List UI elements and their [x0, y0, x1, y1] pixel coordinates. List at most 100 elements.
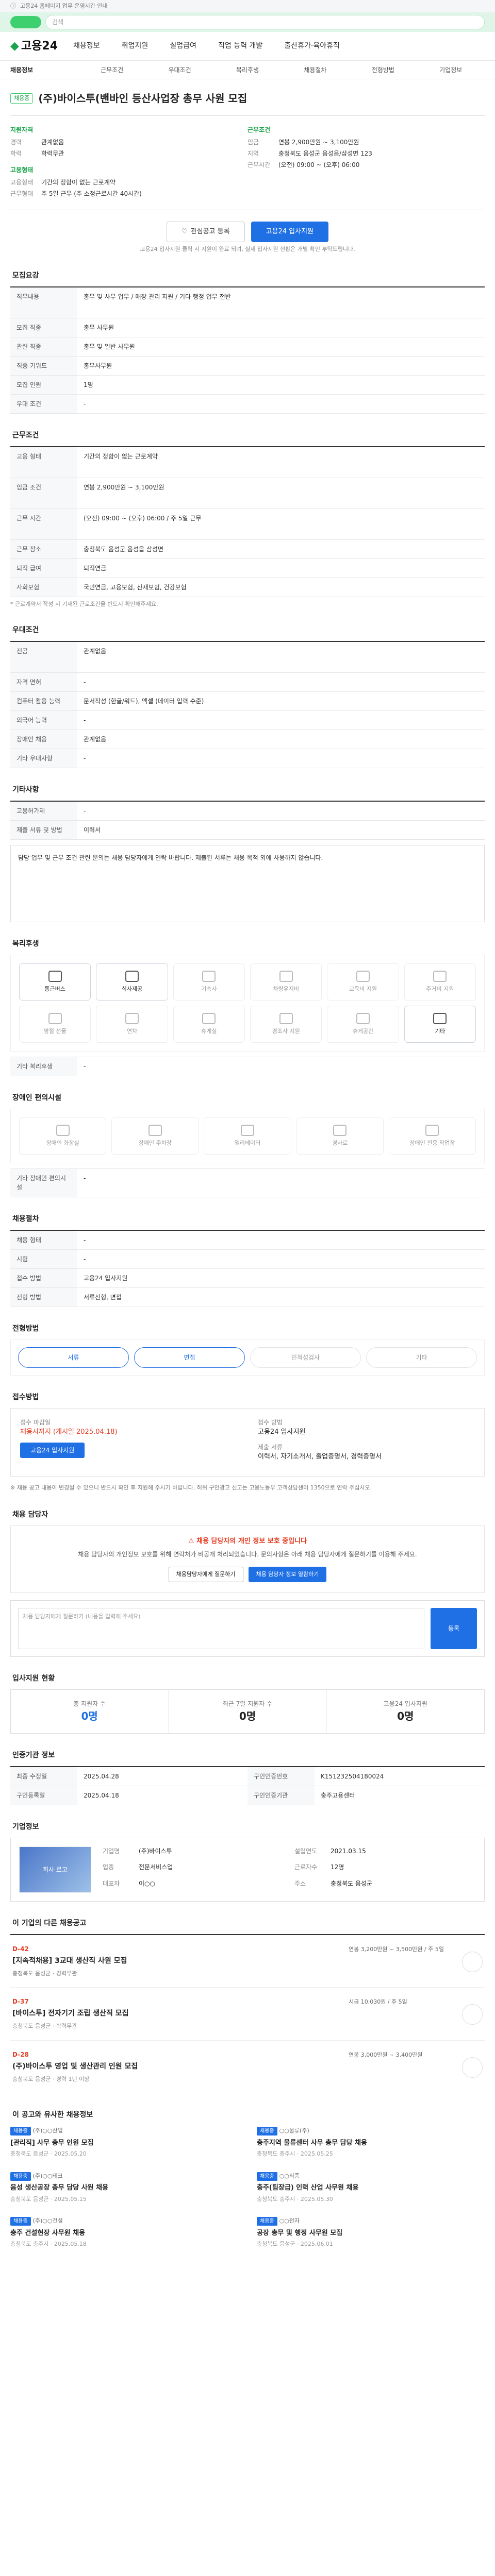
row-key: 전공	[10, 642, 77, 672]
job-list-item[interactable]: D-28 (주)바이스투 영업 및 생산관리 인원 모집 충청북도 음성군 · …	[10, 2041, 485, 2094]
warning-icon: ⚠	[188, 1537, 197, 1545]
search-category-button[interactable]	[10, 16, 41, 28]
job-name[interactable]: [지속적채용] 3교대 생산직 사원 모집	[12, 1956, 338, 1967]
conditions-note: * 근로계약서 작성 시 기재된 근로조건을 반드시 확인해주세요.	[10, 600, 158, 607]
recommend-title[interactable]: 공장 총무 및 행정 사무원 모집	[257, 2228, 485, 2239]
bookmark-icon[interactable]	[462, 2057, 483, 2078]
job-meta: 충청북도 음성군 · 학력무관	[12, 2023, 77, 2030]
welfare-label: 주거비 지원	[426, 985, 454, 992]
tab-item[interactable]: 전형방법	[349, 65, 417, 75]
info-icon: ⓘ	[10, 2, 16, 9]
recommend-title[interactable]: 충주 건설현장 사무원 채용	[10, 2228, 238, 2239]
recommend-item[interactable]: 채용중 ○○물류(주) 충주지역 물류센터 사무 총무 담당 채용 충청북도 충주시 …	[257, 2126, 485, 2159]
bookmark-icon[interactable]	[462, 2004, 483, 2025]
row-key: 우대 조건	[10, 394, 77, 413]
recommend-meta: 충청북도 음성군 · 2025.05.15	[10, 2195, 87, 2202]
apply-button[interactable]: 고용24 입사지원	[251, 222, 328, 242]
company-value: 2021.03.15	[331, 1847, 366, 1855]
company-logo: 회사 로고	[19, 1846, 91, 1893]
question-input[interactable]: 채용 담당자에게 질문하기 (내용을 입력해 주세요)	[18, 1607, 424, 1649]
job-name[interactable]: [바이스투] 전자기기 조립 생산직 모집	[12, 2008, 338, 2019]
company-key: 대표자	[103, 1879, 120, 1887]
row-key: 컴퓨터 활용 능력	[10, 692, 77, 710]
section-title: 채용절차	[12, 1215, 39, 1223]
row-value: 서류전형, 면접	[84, 1294, 122, 1301]
row-value: 퇴직연금	[84, 564, 107, 572]
gift-icon	[48, 1012, 62, 1024]
status-badge: 채용중	[10, 93, 34, 104]
apply-label: 제출 서류	[258, 1443, 283, 1451]
apply-notice: ※ 채용 공고 내용이 변경될 수 있으니 반드시 확인 후 지원해 주시기 바…	[10, 1484, 372, 1491]
row-key: 기타 우대사항	[10, 749, 77, 768]
recommend-title[interactable]: 충주(팀장급) 인력 산업 사무원 채용	[257, 2183, 485, 2193]
stat-label: 고용24 입사지원	[383, 1700, 427, 1707]
process-section: 채용절차 채용 형태 - 시험 - 접수 방법 고용24 입사지원 전형 방법 서류전형…	[10, 1214, 485, 1307]
welfare-label: 통근버스	[44, 985, 65, 992]
bookmark-icon[interactable]	[462, 1951, 483, 1972]
site-logo[interactable]: ◆ 고용24	[10, 38, 58, 55]
ask-contact-button[interactable]: 채용담당자에게 질문하기	[168, 1566, 243, 1582]
row-value: 충주고용센터	[321, 1791, 355, 1799]
section-title: 모집요강	[12, 271, 39, 280]
recommend-meta: 충청북도 음성군 · 2025.05.20	[10, 2150, 87, 2158]
section-title: 기업정보	[12, 1822, 39, 1831]
recruit-section: 모집요강 직무내용 총무 및 사무 업무 / 매장 관리 지원 / 기타 행정 업…	[10, 270, 485, 414]
tab-item[interactable]: 우대조건	[146, 65, 213, 75]
row-key: 고용 형태	[10, 447, 77, 478]
recommend-item[interactable]: 채용중 (주)○○테크 음성 생산공장 총무 담당 사원 채용 충청북도 음성군 · …	[10, 2171, 238, 2204]
row-value: -	[84, 400, 86, 408]
question-submit-button[interactable]: 등록	[431, 1607, 477, 1649]
company-name: (주)○○건설	[32, 2217, 63, 2225]
recommend-title[interactable]: 충주지역 물류센터 사무 총무 담당 채용	[257, 2138, 485, 2148]
welfare-item: 주거비 지원	[404, 963, 476, 1001]
etc-detail-text: 담당 업무 및 근무 조건 관련 문의는 채용 담당자에게 연락 바랍니다. 제…	[10, 845, 485, 922]
welfare-item: 식사제공	[96, 963, 168, 1001]
nav-item[interactable]: 취업지원	[122, 42, 148, 50]
welfare-item: 명절 선물	[19, 1006, 91, 1043]
section-title: 입사지원 현황	[12, 1674, 55, 1683]
status-badge: 채용중	[257, 2127, 277, 2136]
tab-item[interactable]: 기업정보	[417, 65, 485, 75]
disabled-facilities-section: 장애인 편의시설 장애인 화장실 장애인 주차장 엘리베이터 경사로 장애인 전용 작업…	[10, 1093, 485, 1197]
apply-method: 고용24 입사지원	[258, 1428, 306, 1436]
job-list-item[interactable]: D-42 [지속적채용] 3교대 생산직 사원 모집 충청북도 음성군 · 경력…	[10, 1935, 485, 1988]
tab-item[interactable]: 채용절차	[282, 65, 349, 75]
nav-item[interactable]: 직업 능력 개발	[218, 42, 262, 50]
recommend-section: 이 공고와 유사한 채용정보 채용중 (주)○○산업 [관리직] 사무 총무 인원 …	[10, 2110, 485, 2249]
apply-button-small[interactable]: 고용24 입사지원	[20, 1442, 85, 1458]
nav-item[interactable]: 채용정보	[73, 42, 100, 50]
tab-item[interactable]: 채용정보	[10, 65, 78, 75]
search-input[interactable]: 검색	[45, 15, 485, 29]
row-value: -	[84, 755, 86, 762]
recommend-meta: 충청북도 충주시 · 2025.05.18	[10, 2241, 87, 2248]
view-contact-button[interactable]: 채용 담당자 정보 열람하기	[248, 1566, 327, 1582]
row-value: 2025.04.28	[84, 1772, 119, 1780]
house-icon	[202, 970, 216, 982]
row-value: -	[84, 1175, 86, 1182]
recommend-item[interactable]: 채용중 (주)○○산업 [관리직] 사무 총무 인원 모집 충청북도 음성군 · 20…	[10, 2126, 238, 2159]
recommend-title[interactable]: [관리직] 사무 총무 인원 모집	[10, 2138, 238, 2148]
welfare-label: 차량유지비	[273, 985, 299, 992]
stat-label: 총 지원자 수	[73, 1700, 106, 1707]
job-name[interactable]: (주)바이스투 영업 및 생산관리 인원 모집	[12, 2061, 338, 2072]
apply-section: 접수방법 접수 마감일 채용시까지 (게시일 2025.04.18) 고용24 …	[10, 1392, 485, 1493]
tab-item[interactable]: 복리후생	[213, 65, 281, 75]
tab-item[interactable]: 근무조건	[78, 65, 145, 75]
company-key: 주소	[294, 1879, 306, 1887]
job-list-item[interactable]: D-37 [바이스투] 전자기기 조립 생산직 모집 충청북도 음성군 · 학력…	[10, 1988, 485, 2041]
recommend-item[interactable]: 채용중 ○○식품 충주(팀장급) 인력 산업 사무원 채용 충청북도 충주시 · 20…	[257, 2171, 485, 2204]
row-key: 근무 장소	[10, 539, 77, 558]
cup-icon	[202, 1012, 216, 1024]
cake-icon	[279, 1012, 293, 1024]
recommend-item[interactable]: 채용중 ○○전자 공장 총무 및 행정 사무원 모집 충청북도 음성군 · 2025.…	[257, 2216, 485, 2249]
row-key: 기타 장애인 편의시설	[10, 1169, 77, 1197]
nav-item[interactable]: 실업급여	[170, 42, 196, 50]
row-value: -	[84, 807, 86, 815]
nav-item[interactable]: 출산휴가·육아휴직	[284, 42, 340, 50]
row-key: 퇴직 급여	[10, 558, 77, 578]
apply-note: 고용24 입사지원 클릭 시 지원이 완료 되며, 실제 입사지원 현황은 개별…	[140, 246, 355, 252]
apply-label: 접수 마감일	[20, 1419, 51, 1426]
recommend-title[interactable]: 음성 생산공장 총무 담당 사원 채용	[10, 2183, 238, 2193]
save-job-button[interactable]: ♡ 관심공고 등록	[167, 222, 245, 242]
recommend-item[interactable]: 채용중 (주)○○건설 충주 건설현장 사무원 채용 충청북도 충주시 · 2025.…	[10, 2216, 238, 2249]
